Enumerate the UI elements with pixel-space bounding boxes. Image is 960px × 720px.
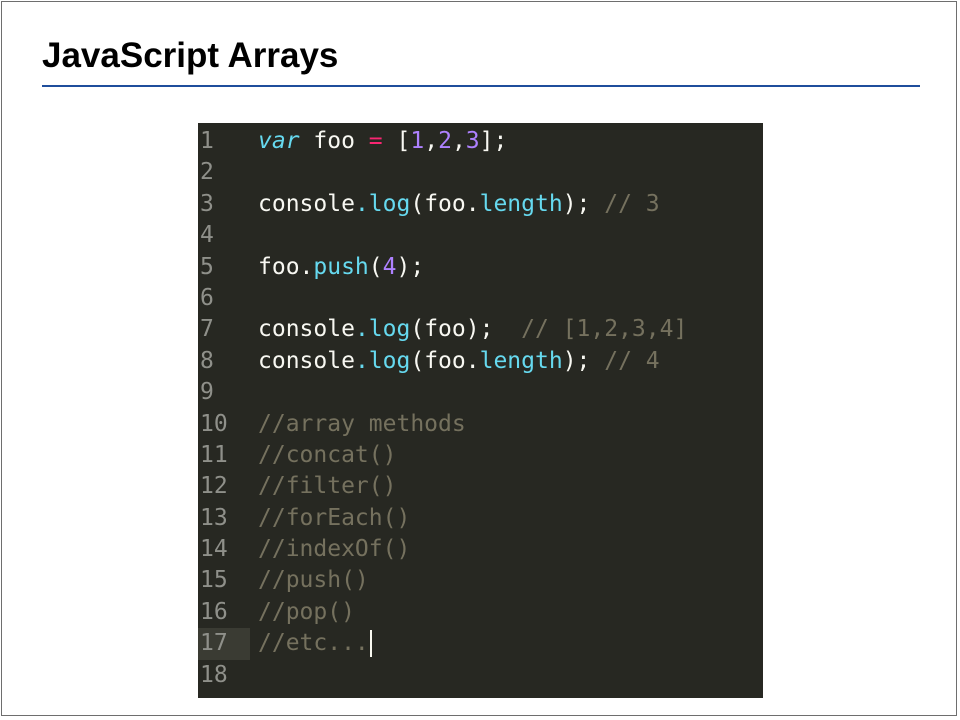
line-number: 1 <box>200 128 214 154</box>
number-token: 3 <box>465 128 480 154</box>
line-number: 9 <box>200 379 214 406</box>
code-text[interactable]: //filter() <box>258 471 396 502</box>
line-number: 18 <box>200 661 228 688</box>
code-text[interactable]: //push() <box>258 565 369 596</box>
line-number: 15 <box>200 567 228 594</box>
number-token: 1 <box>410 128 425 154</box>
method-token: push <box>313 253 369 280</box>
code-line[interactable]: 12 //filter() <box>198 471 763 502</box>
comment-token: //pop() <box>258 598 355 625</box>
punctuation-token: , <box>451 128 466 154</box>
punctuation-token: [ <box>382 128 411 154</box>
punctuation-token: ( <box>368 253 383 280</box>
code-line[interactable]: 18 <box>198 660 763 691</box>
line-number: 7 <box>200 316 214 343</box>
property-token: length <box>479 190 563 217</box>
comment-token: //push() <box>258 567 369 594</box>
identifier-token: console <box>258 190 355 217</box>
punctuation-token: ); <box>562 190 591 217</box>
line-number: 11 <box>200 441 228 468</box>
code-editor[interactable]: 1 var foo = [1,2,3]; 2 3 console.log(foo… <box>198 123 763 698</box>
method-token: log <box>368 316 411 343</box>
punctuation-token: ]; <box>479 128 508 154</box>
code-text[interactable]: //pop() <box>258 597 355 628</box>
code-text[interactable]: //forEach() <box>258 503 410 534</box>
code-text[interactable]: //array methods <box>258 409 466 440</box>
punctuation-token: ); <box>396 253 425 280</box>
code-text[interactable]: console.log(foo); // [1,2,3,4] <box>258 314 687 345</box>
code-line[interactable]: 8 console.log(foo.length); // 4 <box>198 346 763 377</box>
identifier-token: console <box>258 347 355 374</box>
code-line[interactable]: 6 <box>198 283 763 314</box>
code-line[interactable]: 3 console.log(foo.length); // 3 <box>198 189 763 220</box>
number-token: 2 <box>438 128 452 154</box>
line-number: 6 <box>200 284 214 311</box>
code-text[interactable]: console.log(foo.length); // 4 <box>258 346 660 377</box>
comment-token: //etc... <box>258 630 369 657</box>
comment-token: // [1,2,3,4] <box>493 316 688 343</box>
code-text[interactable]: //concat() <box>258 440 396 471</box>
line-number: 8 <box>200 347 214 374</box>
punctuation-token: . <box>354 316 369 343</box>
comment-token: //array methods <box>258 410 466 437</box>
code-line-current[interactable]: 17 //etc... <box>198 628 763 660</box>
operator-token: = <box>368 128 383 154</box>
line-number: 4 <box>200 222 214 249</box>
identifier-token: foo. <box>258 253 314 280</box>
line-number: 3 <box>200 190 214 217</box>
comment-token: //forEach() <box>258 504 411 531</box>
code-text[interactable]: console.log(foo.length); // 3 <box>258 189 660 220</box>
code-line[interactable]: 10 //array methods <box>198 409 763 440</box>
comment-token: // 3 <box>590 190 660 217</box>
punctuation-token: ); <box>562 347 591 374</box>
line-number: 17 <box>198 628 250 660</box>
punctuation-token: . <box>354 347 369 374</box>
code-line[interactable]: 14 //indexOf() <box>198 534 763 565</box>
code-line[interactable]: 13 //forEach() <box>198 503 763 534</box>
line-number: 12 <box>200 473 228 500</box>
line-number: 5 <box>200 253 214 280</box>
text-caret <box>369 630 372 658</box>
code-line[interactable]: 5 foo.push(4); <box>198 252 763 283</box>
number-token: 4 <box>382 253 397 280</box>
property-token: length <box>479 347 563 374</box>
identifier-token: console <box>258 316 355 343</box>
code-line[interactable]: 2 <box>198 157 763 188</box>
identifier-token: foo <box>299 128 369 154</box>
comment-token: // 4 <box>590 347 660 374</box>
line-number: 10 <box>200 410 228 437</box>
code-line[interactable]: 7 console.log(foo); // [1,2,3,4] <box>198 314 763 345</box>
code-line[interactable]: 9 <box>198 377 763 408</box>
punctuation-token: , <box>424 128 439 154</box>
comment-token: //filter() <box>258 473 397 500</box>
code-text[interactable]: foo.push(4); <box>258 252 424 283</box>
identifier-token: (foo. <box>410 347 480 374</box>
code-line[interactable]: 11 //concat() <box>198 440 763 471</box>
code-line[interactable]: 15 //push() <box>198 565 763 596</box>
title-divider <box>42 85 920 87</box>
code-line[interactable]: 16 //pop() <box>198 597 763 628</box>
line-number: 2 <box>200 159 214 186</box>
punctuation-token: . <box>354 190 369 217</box>
method-token: log <box>368 347 411 374</box>
code-line[interactable]: 1 var foo = [1,2,3]; <box>198 126 763 157</box>
code-text[interactable]: //etc... <box>258 628 372 659</box>
code-line[interactable]: 4 <box>198 220 763 251</box>
code-text[interactable]: //indexOf() <box>258 534 410 565</box>
line-number: 13 <box>200 504 228 531</box>
method-token: log <box>368 190 411 217</box>
line-number: 16 <box>200 598 228 625</box>
identifier-token: (foo); <box>410 316 494 343</box>
slide-title: JavaScript Arrays <box>42 36 339 75</box>
comment-token: //concat() <box>258 441 397 468</box>
slide-frame: JavaScript Arrays 1 var foo = [1,2,3]; 2… <box>1 1 957 716</box>
keyword-token: var <box>258 128 300 154</box>
line-number: 14 <box>200 536 228 563</box>
comment-token: //indexOf() <box>258 536 411 563</box>
identifier-token: (foo. <box>410 190 480 217</box>
code-text[interactable]: var foo = [1,2,3]; <box>258 126 507 157</box>
